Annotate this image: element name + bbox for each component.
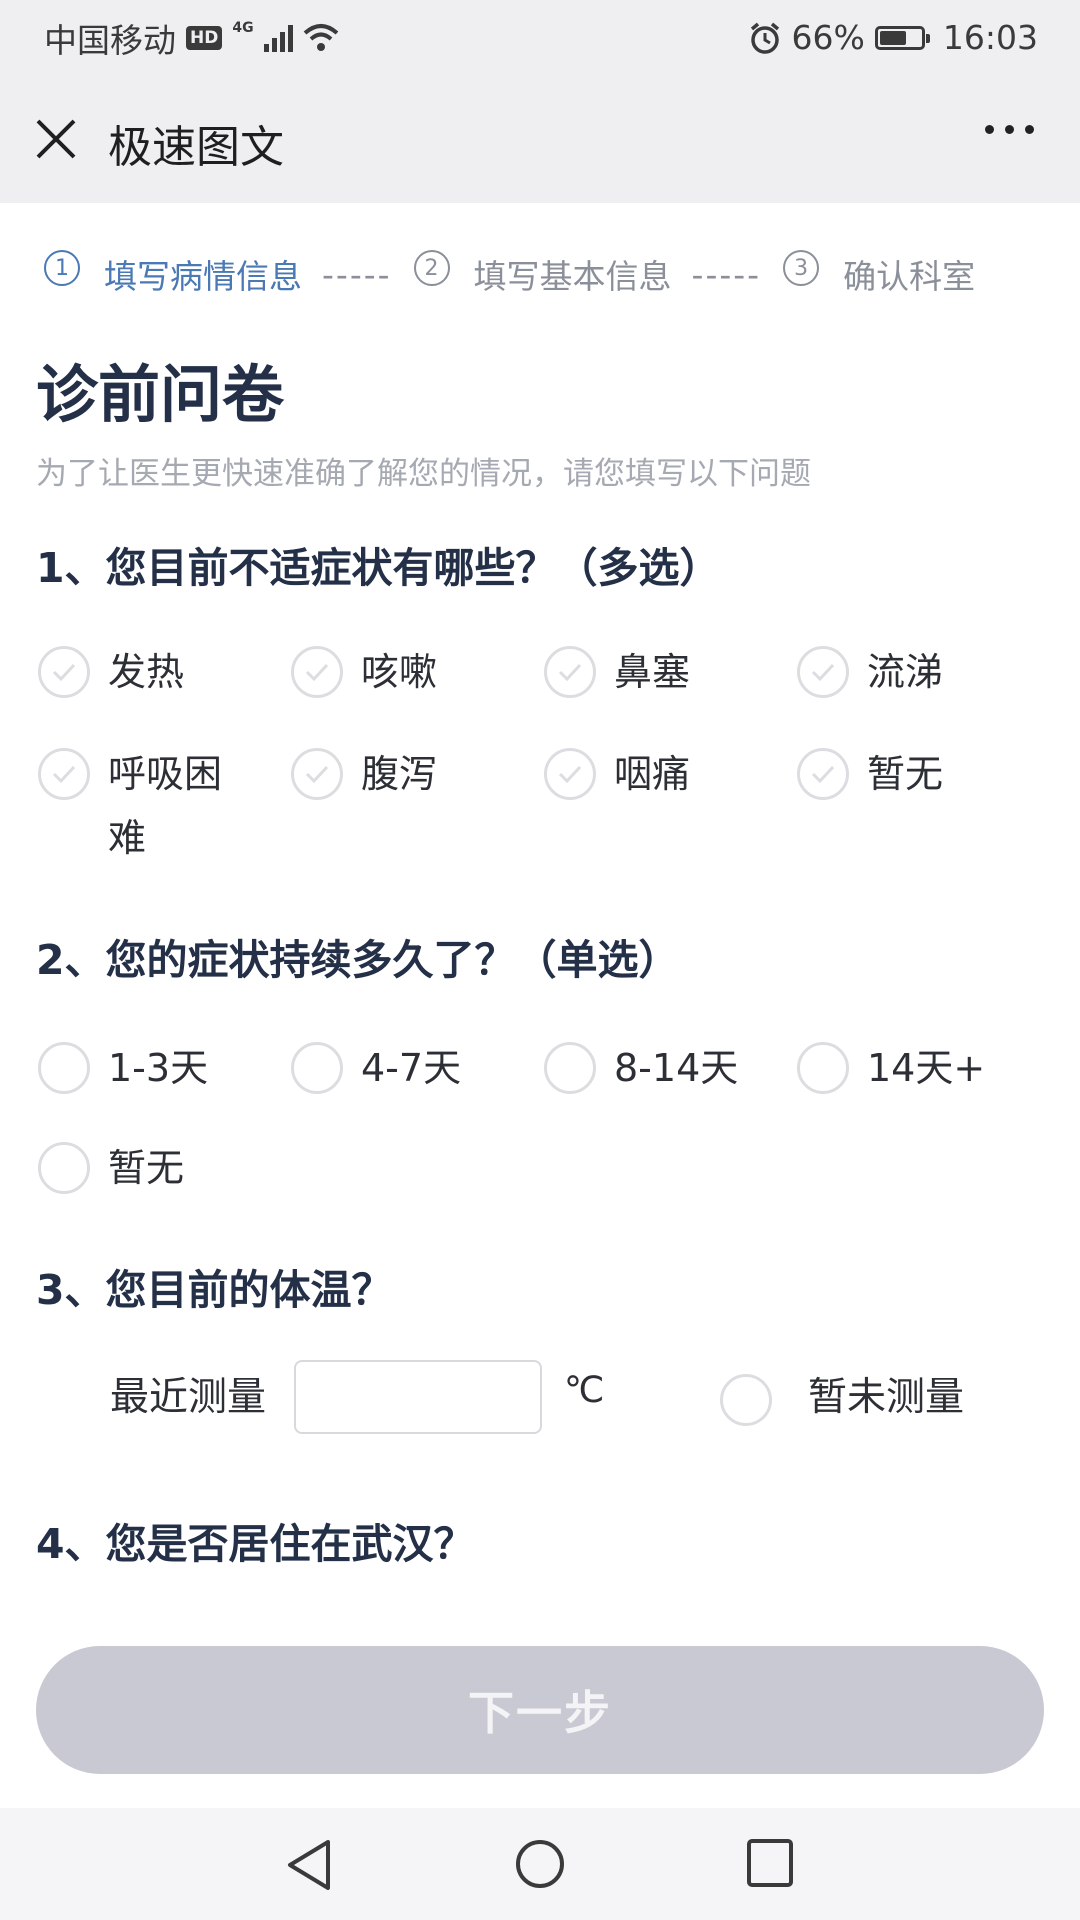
status-bar: 中国移动 HD 4G 66% 16:03	[0, 0, 1080, 75]
checkbox-icon	[291, 748, 343, 800]
not-measured-label[interactable]: 暂未测量	[808, 1366, 964, 1422]
radio-icon	[38, 1142, 90, 1194]
option-label: 8-14天	[614, 1046, 739, 1090]
system-nav-bar	[0, 1808, 1080, 1920]
step-3-label: 确认科室	[843, 257, 976, 296]
radio-icon	[797, 1042, 849, 1094]
q1-option-dyspnea[interactable]: 呼吸困难	[38, 746, 248, 870]
checkbox-icon	[291, 646, 343, 698]
option-label: 4-7天	[361, 1046, 462, 1090]
back-icon[interactable]	[284, 1838, 336, 1892]
q1-option-fever[interactable]: 发热	[38, 644, 184, 704]
status-left: 中国移动 HD 4G	[44, 14, 339, 62]
option-label: 流涕	[867, 650, 944, 694]
battery-percent: 66%	[791, 18, 865, 57]
radio-icon	[720, 1374, 772, 1426]
close-icon[interactable]	[34, 117, 78, 161]
q1-option-runny-nose[interactable]: 流涕	[797, 644, 943, 704]
q1-option-sore-throat[interactable]: 咽痛	[544, 746, 690, 806]
nav-title: 极速图文	[108, 122, 284, 173]
option-label: 1-3天	[108, 1046, 209, 1090]
option-label: 咽痛	[614, 752, 691, 796]
step-1-number: 1	[44, 250, 80, 286]
step-separator: -----	[691, 254, 762, 294]
checkbox-icon	[544, 646, 596, 698]
status-right: 66% 16:03	[748, 18, 1038, 57]
step-indicator: 1 填写病情信息 ----- 2 填写基本信息 ----- 3 确认科室	[44, 250, 1054, 298]
q2-option-14-plus-days[interactable]: 14天+	[797, 1040, 985, 1100]
wifi-icon	[303, 23, 338, 51]
checkbox-icon	[797, 646, 849, 698]
step-2: 2 填写基本信息	[413, 250, 672, 298]
celsius-unit: ℃	[564, 1370, 605, 1411]
option-label: 发热	[108, 650, 185, 694]
step-3: 3 确认科室	[783, 250, 975, 298]
recent-measurement-label: 最近测量	[110, 1375, 267, 1420]
page-title: 诊前问卷	[36, 358, 285, 431]
q1-option-none[interactable]: 暂无	[797, 746, 943, 806]
signal-icon	[263, 24, 293, 52]
q2-option-8-14-days[interactable]: 8-14天	[544, 1040, 738, 1100]
option-label: 暂无	[108, 1146, 185, 1190]
checkbox-icon	[544, 748, 596, 800]
q2-option-none[interactable]: 暂无	[38, 1140, 184, 1200]
network-type: 4G	[232, 19, 254, 36]
home-icon[interactable]	[514, 1838, 566, 1890]
temperature-input[interactable]	[294, 1360, 542, 1434]
checkbox-icon	[38, 646, 90, 698]
hd-icon: HD	[186, 25, 223, 50]
checkbox-icon	[38, 748, 90, 800]
alarm-icon	[750, 22, 779, 54]
next-step-button[interactable]: 下一步	[36, 1646, 1044, 1774]
carrier-name: 中国移动	[44, 20, 176, 60]
q1-option-cough[interactable]: 咳嗽	[291, 644, 437, 704]
question-3: 3、您目前的体温？	[36, 1266, 393, 1314]
step-3-number: 3	[783, 250, 820, 286]
option-label: 14天+	[867, 1046, 986, 1090]
clock: 16:03	[942, 18, 1038, 57]
q2-option-1-3-days[interactable]: 1-3天	[38, 1040, 208, 1100]
step-1: 1 填写病情信息	[44, 250, 302, 298]
page-subtitle: 为了让医生更快速准确了解您的情况，请您填写以下问题	[36, 456, 811, 492]
radio-icon	[291, 1042, 343, 1094]
q2-option-4-7-days[interactable]: 4-7天	[291, 1040, 461, 1100]
battery-icon	[874, 25, 930, 50]
step-separator: -----	[322, 254, 392, 294]
question-1: 1、您目前不适症状有哪些？（多选）	[36, 544, 721, 592]
step-2-number: 2	[413, 250, 450, 286]
more-icon[interactable]	[985, 125, 1034, 134]
q1-option-nasal-congestion[interactable]: 鼻塞	[544, 644, 690, 704]
checkbox-icon	[797, 748, 849, 800]
nav-bar: 极速图文	[0, 75, 1080, 203]
recent-apps-icon[interactable]	[746, 1838, 794, 1888]
option-label: 咳嗽	[361, 650, 438, 694]
step-1-label: 填写病情信息	[104, 257, 302, 296]
radio-icon	[544, 1042, 596, 1094]
option-label: 鼻塞	[614, 650, 691, 694]
option-label: 暂无	[867, 752, 944, 796]
option-label: 呼吸困难	[108, 752, 223, 860]
not-measured-radio[interactable]	[720, 1372, 772, 1426]
radio-icon	[38, 1042, 90, 1094]
option-label: 腹泻	[361, 752, 438, 796]
q1-option-diarrhea[interactable]: 腹泻	[291, 746, 437, 806]
step-2-label: 填写基本信息	[473, 257, 672, 296]
battery-fill	[879, 30, 907, 45]
question-4: 4、您是否居住在武汉？	[36, 1520, 475, 1568]
question-2: 2、您的症状持续多久了？（单选）	[36, 936, 680, 984]
